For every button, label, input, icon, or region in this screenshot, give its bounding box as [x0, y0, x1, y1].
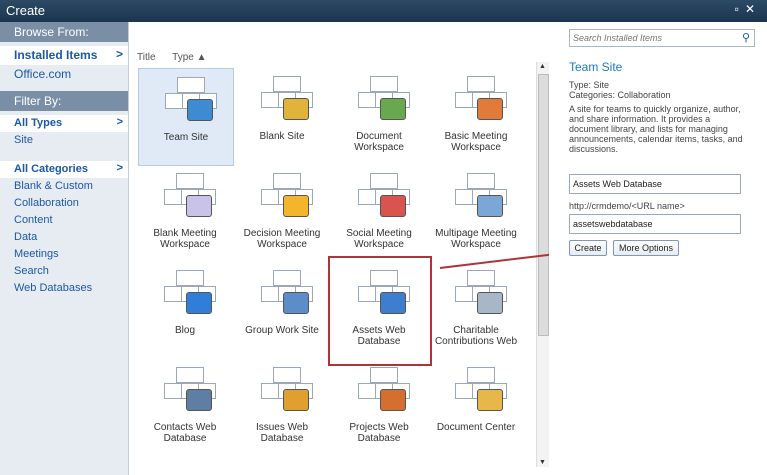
url-name-field[interactable] [569, 214, 741, 234]
chevron-right-icon: > [115, 47, 123, 61]
tile-blog[interactable]: Blog [138, 262, 232, 358]
search-icon[interactable]: ⚲ [742, 31, 750, 44]
details-description: A site for teams to quickly organize, au… [569, 104, 743, 154]
browse-installed-items[interactable]: Installed Items > [0, 46, 128, 65]
filter-category-data[interactable]: Data [0, 229, 128, 246]
tile-label: Charitable Contributions Web [434, 325, 518, 347]
tile-social-meeting-workspace[interactable]: Social Meeting Workspace [332, 165, 426, 261]
tile-decision-meeting-workspace[interactable]: Decision Meeting Workspace [235, 165, 329, 261]
url-label: http://crmdemo/<URL name> [569, 201, 685, 211]
tile-label: Group Work Site [245, 325, 319, 336]
details-title: Team Site [569, 60, 623, 74]
tile-issues-web-database[interactable]: Issues Web Database [235, 359, 329, 455]
search-box[interactable]: ⚲ [569, 29, 755, 47]
group-work-site-icon [261, 270, 313, 314]
browse-item-label: Installed Items [14, 48, 98, 62]
tile-label: Basic Meeting Workspace [444, 131, 508, 153]
browse-office-com[interactable]: Office.com [0, 65, 128, 84]
team-site-icon [165, 77, 217, 121]
tile-contacts-web-database[interactable]: Contacts Web Database [138, 359, 232, 455]
chevron-right-icon: > [116, 162, 123, 174]
document-center-icon [455, 367, 507, 411]
tile-label: Blank Meeting Workspace [153, 228, 217, 250]
blog-icon [164, 270, 216, 314]
window-title: Create [6, 3, 46, 18]
tile-charitable-contributions[interactable]: Charitable Contributions Web [429, 262, 523, 358]
filter-category-collaboration[interactable]: Collaboration [0, 195, 128, 212]
filter-by-header: Filter By: [0, 91, 128, 111]
filter-site[interactable]: Site [0, 132, 128, 149]
contacts-web-database-icon [164, 367, 216, 411]
browse-from-header: Browse From: [0, 22, 128, 42]
tile-projects-web-database[interactable]: Projects Web Database [332, 359, 426, 455]
tile-label: Issues Web Database [255, 422, 309, 444]
scroll-down-icon[interactable]: ▼ [539, 459, 546, 466]
tile-document-center[interactable]: Document Center [429, 359, 523, 455]
filter-category-label: All Categories [14, 163, 88, 175]
window-titlebar: Create ▫✕ [0, 0, 767, 22]
scroll-up-icon[interactable]: ▲ [539, 63, 546, 70]
filter-category-meetings[interactable]: Meetings [0, 246, 128, 263]
basic-meeting-workspace-icon [455, 76, 507, 120]
issues-web-database-icon [261, 367, 313, 411]
tile-label: Contacts Web Database [153, 422, 217, 444]
sort-by-type[interactable]: Type ▲ [172, 52, 206, 63]
close-icon[interactable]: ✕ [745, 2, 761, 16]
projects-web-database-icon [358, 367, 410, 411]
tile-label: Document Workspace [354, 131, 404, 153]
blank-site-icon [261, 76, 313, 120]
window-controls: ▫✕ [735, 2, 761, 16]
tile-label: Decision Meeting Workspace [243, 228, 321, 250]
document-workspace-icon [358, 76, 410, 120]
browse-item-label: Office.com [14, 67, 72, 81]
details-type: Type: Site [569, 80, 610, 90]
selection-highlight-box [328, 256, 432, 366]
chevron-right-icon: > [116, 116, 123, 128]
filter-all-categories[interactable]: All Categories > [0, 161, 128, 178]
tile-label: Projects Web Database [349, 422, 409, 444]
blank-meeting-workspace-icon [164, 173, 216, 217]
scrollbar-thumb[interactable] [538, 74, 549, 336]
create-button[interactable]: Create [569, 240, 607, 256]
tile-label: Social Meeting Workspace [346, 228, 412, 250]
social-meeting-workspace-icon [358, 173, 410, 217]
details-panel: ⚲ Team Site Type: Site Categories: Colla… [549, 22, 767, 475]
filter-category-content[interactable]: Content [0, 212, 128, 229]
maximize-icon[interactable]: ▫ [735, 2, 745, 16]
tile-document-workspace[interactable]: Document Workspace [332, 68, 426, 164]
tile-label: Document Center [436, 422, 516, 433]
details-meta: Type: Site Categories: Collaboration [569, 80, 671, 100]
tile-blank-site[interactable]: Blank Site [235, 68, 329, 164]
filter-category-blank-custom[interactable]: Blank & Custom [0, 178, 128, 195]
filter-type-label: All Types [14, 117, 63, 129]
charitable-contributions-icon [455, 270, 507, 314]
sort-header: Title Type ▲ [137, 52, 221, 63]
sidebar: Browse From: Installed Items > Office.co… [0, 22, 129, 475]
more-options-button[interactable]: More Options [613, 240, 679, 256]
tile-label: Team Site [163, 132, 209, 143]
tile-group-work-site[interactable]: Group Work Site [235, 262, 329, 358]
tile-team-site[interactable]: Team Site [138, 68, 234, 166]
sort-by-title[interactable]: Title [137, 52, 156, 63]
tile-label: Blank Site [259, 131, 305, 142]
filter-category-search[interactable]: Search [0, 263, 128, 280]
multipage-meeting-workspace-icon [455, 173, 507, 217]
details-categories: Categories: Collaboration [569, 90, 671, 100]
decision-meeting-workspace-icon [261, 173, 313, 217]
filter-category-web-databases[interactable]: Web Databases [0, 280, 128, 297]
filter-type-label: Site [14, 134, 33, 146]
tile-basic-meeting-workspace[interactable]: Basic Meeting Workspace [429, 68, 523, 164]
name-field[interactable] [569, 174, 741, 194]
tile-blank-meeting-workspace[interactable]: Blank Meeting Workspace [138, 165, 232, 261]
search-input[interactable] [570, 30, 736, 46]
tile-label: Blog [174, 325, 195, 336]
filter-all-types[interactable]: All Types > [0, 115, 128, 132]
